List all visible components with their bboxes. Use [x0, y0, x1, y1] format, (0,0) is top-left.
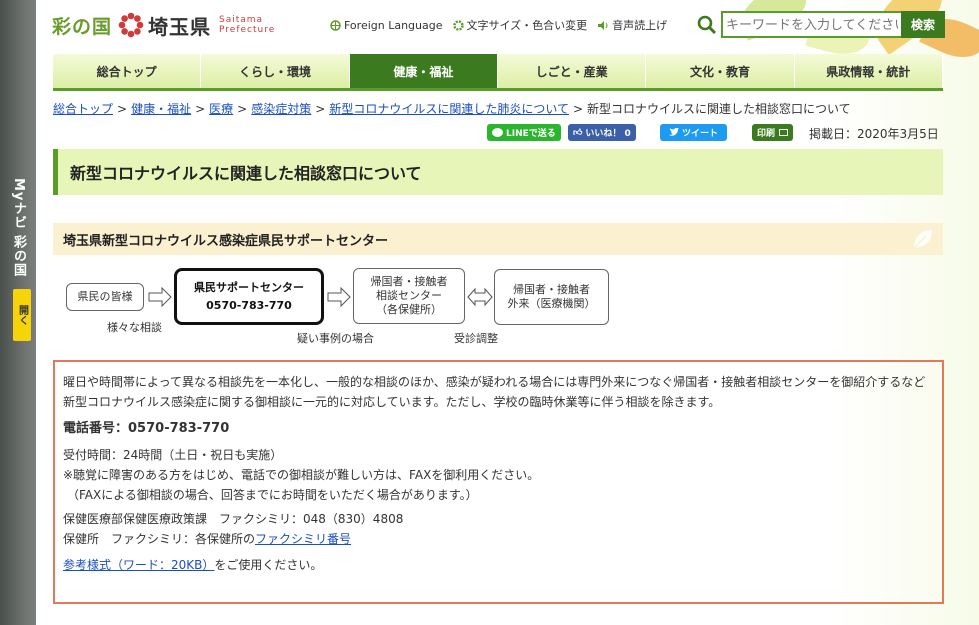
flow-label-suspected: 疑い事例の場合: [297, 332, 374, 345]
tweet-button[interactable]: ツイート: [660, 124, 727, 141]
flow-returnee-center-line: 帰国者・接触者: [370, 275, 448, 288]
flow-label-adjust: 受診調整: [454, 332, 498, 345]
fax-note-1: ※聴覚に障害のある方をはじめ、電話での御相談が難しい方は、FAXを御利用ください…: [63, 468, 540, 482]
form-line: 参考様式（ワード：20KB）をご使用ください。: [63, 555, 934, 575]
fax-note-2: （FAXによる御相談の場合、回答までにお時間をいただく場合があります。）: [67, 488, 478, 502]
breadcrumb-link[interactable]: 医療: [209, 102, 233, 116]
page-title: 新型コロナウイルスに関連した相談窓口について: [70, 164, 422, 183]
flow-returnee-center-line: （各保健所）: [376, 303, 442, 316]
global-nav: 総合トップ くらし・環境 健康・福祉 しごと・産業 文化・教育 県政情報・統計: [53, 54, 943, 91]
logo-en-line2: Prefecture: [219, 25, 276, 35]
my-navi-sidebar[interactable]: Myナビ 彩の国 開く: [0, 0, 36, 625]
leaf-icon: [913, 230, 932, 249]
speech-link[interactable]: 音声読上げ: [597, 17, 667, 33]
font-color-label: 文字サイズ・色合い変更: [466, 19, 588, 32]
search-button[interactable]: 検索: [901, 11, 945, 38]
logo-en-line1: Saitama: [219, 15, 264, 25]
line-share-button[interactable]: LINEで送る: [487, 124, 561, 141]
print-button[interactable]: 印刷: [752, 124, 794, 141]
section-heading: 埼玉県新型コロナウイルス感染症県民サポートセンター: [63, 233, 389, 249]
flow-center-phone: 0570-783-770: [206, 298, 292, 312]
nav-work[interactable]: しごと・産業: [497, 54, 647, 88]
fax-dept: 保健医療部保健医療政策課 ファクシミリ：048（830）4808: [63, 512, 404, 526]
bird-icon: [668, 128, 679, 136]
search-input[interactable]: [721, 11, 901, 38]
form-suffix: をご使用ください。: [214, 558, 323, 572]
gear-icon: [452, 19, 464, 31]
utility-links: Foreign Language 文字サイズ・色合い変更 音声読上げ: [330, 17, 667, 33]
facebook-like-label: いいね！ 0: [585, 129, 631, 139]
logo-sainokuni: 彩の国: [52, 15, 113, 38]
flow-arrow-icon: [148, 287, 172, 307]
phone-number: 0570-783-770: [128, 421, 230, 436]
flow-returnee-center-box: 帰国者・接触者 相談センター （各保健所）: [353, 268, 465, 324]
logo-english: Saitama Prefecture: [219, 15, 275, 35]
line-icon: [492, 128, 503, 137]
breadcrumb-link[interactable]: 総合トップ: [53, 102, 113, 116]
fax-health-center: 保健所 ファクシミリ：各保健所のファクシミリ番号: [63, 529, 934, 549]
site-search: 検索: [697, 11, 945, 38]
flow-returnee-clinic-box: 帰国者・接触者 外来（医療機関）: [494, 269, 609, 325]
my-navi-label: Myナビ 彩の国: [11, 178, 26, 277]
font-color-settings-link[interactable]: 文字サイズ・色合い変更: [452, 17, 588, 33]
reference-form-link[interactable]: 参考様式（ワード：20KB）: [63, 558, 214, 572]
prefecture-emblem-icon: [118, 12, 144, 38]
breadcrumb: 総合トップ > 健康・福祉 > 医療 > 感染症対策 > 新型コロナウイルスに関連した肺炎につい…: [53, 102, 851, 116]
facebook-like-button[interactable]: 👍︎ いいね！ 0: [568, 124, 636, 141]
hours-text: 受付時間：24時間（土日・祝日も実施）: [63, 448, 283, 462]
foreign-language-link[interactable]: Foreign Language: [330, 17, 443, 33]
line-share-label: LINEで送る: [506, 129, 556, 139]
search-icon: [697, 15, 717, 34]
phone-line: 電話番号：0570-783-770: [63, 418, 934, 439]
breadcrumb-link[interactable]: 新型コロナウイルスに関連した肺炎について: [329, 102, 569, 116]
tweet-label: ツイート: [681, 129, 718, 139]
flow-label-various: 様々な相談: [107, 321, 162, 334]
speech-label: 音声読上げ: [612, 19, 668, 32]
nav-top[interactable]: 総合トップ: [53, 54, 202, 88]
flow-support-center-box: 県民サポートセンター 0570-783-770: [174, 268, 324, 325]
fax-hc-prefix: 保健所 ファクシミリ：各保健所の: [63, 532, 256, 546]
sidebar-open-button[interactable]: 開く: [13, 289, 31, 341]
site-logo[interactable]: 彩の国 埼玉県 Saitama Prefecture: [52, 8, 275, 42]
flow-returnee-clinic-line: 帰国者・接触者: [513, 283, 590, 296]
flow-arrow-icon: [327, 287, 351, 307]
flow-double-arrow-icon: [467, 287, 493, 307]
nav-culture[interactable]: 文化・教育: [646, 54, 795, 88]
globe-icon: [330, 19, 341, 31]
fax-number-link[interactable]: ファクシミリ番号: [255, 532, 351, 546]
nav-living[interactable]: くらし・環境: [201, 54, 350, 88]
phone-label: 電話番号：: [63, 421, 129, 436]
foreign-language-label: Foreign Language: [344, 18, 443, 32]
flow-center-name: 県民サポートセンター: [194, 280, 304, 294]
flow-returnee-clinic-line: 外来（医療機関）: [507, 297, 596, 310]
thumbs-up-icon: 👍︎: [573, 127, 583, 138]
nav-government[interactable]: 県政情報・統計: [794, 54, 943, 88]
description-text: 曜日や時間帯によって異なる相談先を一本化し、一般的な相談のほか、感染が疑われる場…: [63, 375, 926, 409]
breadcrumb-link[interactable]: 感染症対策: [251, 102, 311, 116]
site-header: 彩の国 埼玉県 Saitama Prefecture Foreign Langu…: [52, 8, 947, 42]
flow-citizens-label: 県民の皆様: [77, 290, 133, 303]
speaker-icon: [598, 20, 608, 30]
fax-block: 保健医療部保健医療政策課 ファクシミリ：048（830）4808 保健所 ファク…: [63, 509, 934, 549]
section-heading-box: 埼玉県新型コロナウイルス感染症県民サポートセンター: [53, 223, 943, 255]
info-box: 曜日や時間帯によって異なる相談先を一本化し、一般的な相談のほか、感染が疑われる場…: [53, 360, 944, 604]
publish-date: 掲載日：2020年3月5日: [809, 127, 939, 141]
breadcrumb-current: 新型コロナウイルスに関連した相談窓口について: [587, 102, 851, 116]
flow-citizens-box: 県民の皆様: [66, 283, 144, 311]
hours-block: 受付時間：24時間（土日・祝日も実施） ※聴覚に障害のある方をはじめ、電話での御…: [63, 445, 934, 505]
logo-saitama-ken: 埼玉県: [148, 14, 212, 39]
print-icon: [779, 129, 789, 136]
print-label: 印刷: [757, 129, 776, 139]
flow-returnee-center-line: 相談センター: [376, 289, 442, 302]
page-title-box: 新型コロナウイルスに関連した相談窓口について: [53, 149, 943, 195]
nav-health-welfare[interactable]: 健康・福祉: [349, 54, 498, 88]
breadcrumb-link[interactable]: 健康・福祉: [131, 102, 191, 116]
